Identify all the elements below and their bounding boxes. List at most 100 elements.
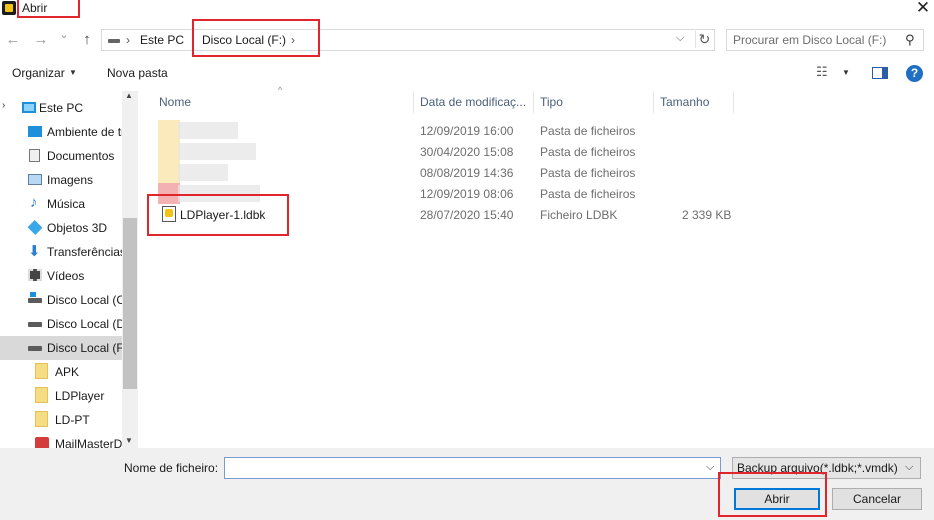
nav-item-label: MailMasterData bbox=[55, 437, 122, 448]
nav-item-label: Imagens bbox=[47, 173, 94, 187]
search-input[interactable] bbox=[727, 30, 903, 50]
nav-item-label: Vídeos bbox=[47, 269, 85, 283]
preview-pane-icon[interactable] bbox=[872, 67, 888, 79]
nav-item-label: Este PC bbox=[39, 101, 84, 115]
column-header-size[interactable]: Tamanho bbox=[660, 95, 709, 109]
breadcrumb-este-pc[interactable]: Este PC bbox=[140, 33, 184, 47]
open-button[interactable]: Abrir bbox=[734, 488, 820, 510]
nav-item-disco-local-f[interactable]: Disco Local (F:) bbox=[0, 336, 122, 360]
help-icon[interactable]: ? bbox=[906, 65, 923, 82]
forward-arrow-icon[interactable]: → bbox=[32, 31, 50, 48]
music-icon: ♪ bbox=[30, 194, 38, 211]
file-date: 30/04/2020 15:08 bbox=[420, 145, 514, 159]
nav-item-label: Documentos bbox=[47, 149, 115, 163]
file-type-select[interactable]: Backup arquivo(*.ldbk;*.vmdk) ⌵ bbox=[732, 457, 921, 479]
nav-item-label: Disco Local (D:) bbox=[47, 317, 122, 331]
nav-item-label: Disco Local (F:) bbox=[47, 341, 122, 355]
table-row[interactable]: 30/04/2020 15:08 Pasta de ficheiros bbox=[158, 141, 738, 162]
file-date: 28/07/2020 15:40 bbox=[420, 208, 514, 222]
column-header-type[interactable]: Tipo bbox=[540, 95, 563, 109]
redacted-folder-name bbox=[178, 164, 228, 181]
filename-input[interactable] bbox=[225, 458, 699, 478]
nav-item-mailmasterdata[interactable]: MailMasterData bbox=[0, 432, 122, 448]
file-date: 12/09/2019 08:06 bbox=[420, 187, 514, 201]
nav-item-este-pc[interactable]: › Este PC bbox=[0, 96, 122, 120]
view-options-icon[interactable]: ☷ bbox=[816, 64, 828, 80]
table-row[interactable]: 12/09/2019 08:06 Pasta de ficheiros bbox=[158, 183, 738, 204]
column-divider[interactable] bbox=[653, 91, 654, 113]
nav-item-documentos[interactable]: Documentos bbox=[0, 144, 122, 168]
redacted-folder-icon bbox=[158, 162, 180, 183]
scroll-down-icon[interactable]: ▼ bbox=[125, 436, 133, 445]
nav-item-videos[interactable]: Vídeos bbox=[0, 264, 122, 288]
column-header-name[interactable]: Nome bbox=[159, 95, 191, 109]
nav-item-label: Música bbox=[47, 197, 86, 211]
nav-item-label: Transferências bbox=[47, 245, 122, 259]
drive-icon bbox=[28, 322, 42, 327]
search-icon[interactable]: ⚲ bbox=[905, 32, 915, 48]
desktop-icon bbox=[28, 126, 42, 137]
column-divider[interactable] bbox=[413, 91, 414, 113]
table-row[interactable]: 08/08/2019 14:36 Pasta de ficheiros bbox=[158, 162, 738, 183]
recent-locations-icon[interactable]: ⌄ bbox=[57, 28, 71, 41]
up-arrow-icon[interactable]: ↑ bbox=[78, 31, 96, 48]
chevron-down-icon[interactable]: ⌵ bbox=[706, 461, 714, 474]
sort-ascending-icon: ^ bbox=[278, 85, 283, 95]
nav-item-label: APK bbox=[55, 365, 80, 379]
redacted-folder-icon bbox=[158, 183, 180, 204]
nav-item-musica[interactable]: ♪ Música bbox=[0, 192, 122, 216]
expand-chevron-icon[interactable]: › bbox=[2, 100, 5, 111]
nav-item-transferencias[interactable]: ⬇ Transferências bbox=[0, 240, 122, 264]
refresh-icon[interactable]: ↻ bbox=[695, 31, 713, 48]
nav-item-ambiente-de-trabalho[interactable]: Ambiente de trabalho bbox=[0, 120, 122, 144]
address-dropdown-icon[interactable]: ⌵ bbox=[676, 32, 684, 45]
column-header-date[interactable]: Data de modificaç... bbox=[420, 95, 526, 109]
nav-item-objetos-3d[interactable]: Objetos 3D bbox=[0, 216, 122, 240]
nav-item-label: LDPlayer bbox=[55, 389, 105, 403]
address-bar[interactable]: › Este PC Disco Local (F:) › ⌵ ↻ bbox=[101, 29, 715, 51]
file-size: 2 339 KB bbox=[682, 208, 732, 222]
chevron-down-icon[interactable]: ⌵ bbox=[905, 461, 913, 474]
objects-3d-icon bbox=[27, 220, 43, 235]
chevron-down-icon[interactable]: ▼ bbox=[69, 68, 77, 77]
file-name: LDPlayer-1.ldbk bbox=[180, 208, 266, 222]
nav-item-label: Objetos 3D bbox=[47, 221, 108, 235]
window-title: Abrir bbox=[22, 1, 48, 15]
redacted-folder-icon bbox=[158, 141, 180, 162]
breadcrumb-disco-local-f[interactable]: Disco Local (F:) bbox=[202, 33, 286, 47]
nav-item-apk[interactable]: APK bbox=[0, 360, 122, 384]
nav-item-label: Disco Local (C:) bbox=[47, 293, 122, 307]
cancel-button[interactable]: Cancelar bbox=[832, 488, 922, 510]
file-type: Pasta de ficheiros bbox=[540, 166, 636, 180]
new-folder-button[interactable]: Nova pasta bbox=[107, 66, 168, 80]
breadcrumb-separator[interactable]: › bbox=[291, 33, 295, 47]
nav-item-imagens[interactable]: Imagens bbox=[0, 168, 122, 192]
nav-item-ldplayer[interactable]: LDPlayer bbox=[0, 384, 122, 408]
scroll-up-icon[interactable]: ▲ bbox=[125, 91, 133, 100]
file-type: Pasta de ficheiros bbox=[540, 124, 636, 138]
column-divider[interactable] bbox=[733, 91, 734, 113]
navigation-pane: › Este PC Ambiente de trabalho Documento… bbox=[0, 91, 138, 448]
nav-item-ld-pt[interactable]: LD-PT bbox=[0, 408, 122, 432]
organize-button[interactable]: Organizar bbox=[12, 66, 65, 80]
drive-icon bbox=[108, 39, 120, 43]
column-divider[interactable] bbox=[533, 91, 534, 113]
chevron-down-icon[interactable]: ▼ bbox=[842, 68, 850, 77]
nav-item-disco-local-c[interactable]: Disco Local (C:) bbox=[0, 288, 122, 312]
redacted-folder-name bbox=[178, 143, 256, 160]
breadcrumb-separator: › bbox=[126, 33, 130, 47]
command-toolbar: Organizar ▼ Nova pasta ☷ ▼ ? bbox=[0, 60, 934, 86]
ldplayer-app-icon bbox=[2, 1, 16, 15]
open-file-dialog: Abrir ✕ ← → ⌄ ↑ › Este PC Disco Local (F… bbox=[0, 0, 934, 520]
search-box: ⚲ bbox=[726, 29, 924, 51]
nav-item-label: Ambiente de trabalho bbox=[47, 125, 122, 139]
table-row[interactable]: 12/09/2019 16:00 Pasta de ficheiros bbox=[158, 120, 738, 141]
table-row[interactable]: LDPlayer-1.ldbk 28/07/2020 15:40 Ficheir… bbox=[158, 204, 738, 225]
nav-scrollbar[interactable]: ▲ ▼ bbox=[122, 91, 138, 448]
back-arrow-icon[interactable]: ← bbox=[4, 31, 22, 48]
videos-icon bbox=[28, 269, 42, 281]
nav-item-disco-local-d[interactable]: Disco Local (D:) bbox=[0, 312, 122, 336]
ldbk-file-icon bbox=[162, 206, 176, 222]
scrollbar-thumb[interactable] bbox=[123, 218, 137, 389]
close-icon[interactable]: ✕ bbox=[912, 0, 934, 18]
